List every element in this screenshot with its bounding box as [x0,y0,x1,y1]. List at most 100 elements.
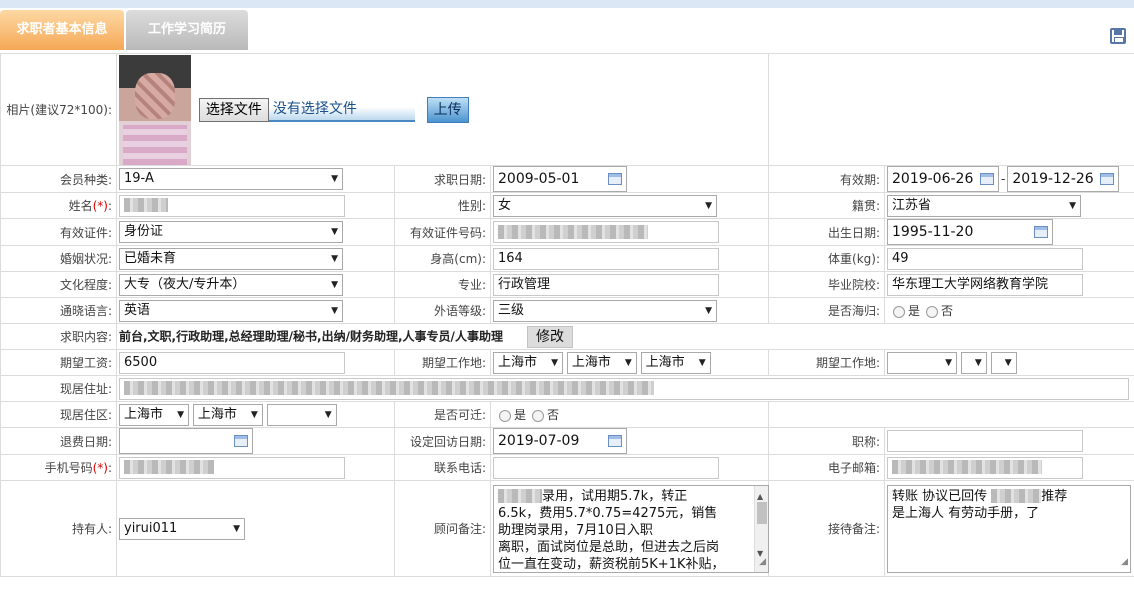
calendar-icon[interactable] [1100,173,1115,185]
holder-label: 持有人: [0,480,117,577]
area-district-select[interactable]: ▼ [266,403,337,426]
reception-note-textarea[interactable]: 转账 协议已回传 推荐 是上海人 有劳动手册，了 ◢ [887,484,1131,573]
birth-date-label: 出生日期: [768,218,885,246]
chevron-down-icon: ▼ [324,409,332,420]
tab-basic-info[interactable]: 求职者基本信息 [0,10,124,50]
work-place2-district-select[interactable]: ▼ [990,351,1017,374]
photo-thumbnail [119,54,191,165]
salary-label: 期望工资: [0,349,117,376]
revisit-date-input[interactable]: 2019-07-09 [493,428,627,454]
photo-label: 相片(建议72*100): [0,53,117,166]
upload-button[interactable]: 上传 [426,96,469,123]
calendar-icon[interactable] [608,435,622,447]
chevron-down-icon: ▼ [705,305,712,316]
calendar-icon[interactable] [980,173,994,185]
chevron-down-icon: ▼ [624,357,632,368]
area-province-select[interactable]: 上海市 ▼ [119,403,189,426]
id-type-label: 有效证件: [0,218,117,246]
chevron-down-icon: ▼ [331,279,338,290]
work-place2-label: 期望工作地: [768,349,885,376]
job-content-value: 前台,文职,行政助理,总经理助理/秘书,出纳/财务助理,人事专员/人事助理 [119,329,503,343]
apply-date-input[interactable]: 2009-05-01 [493,166,627,192]
title-label: 职称: [768,427,885,455]
foreign-level-select[interactable]: 三级 ▼ [493,299,717,322]
contact-phone-input[interactable] [493,456,719,479]
gender-select[interactable]: 女 ▼ [493,194,717,217]
work-place-label: 期望工作地: [394,349,491,376]
height-input[interactable]: 164 [493,247,719,270]
native-place-select[interactable]: 江苏省 ▼ [887,194,1081,217]
area-city-select[interactable]: 上海市 ▼ [192,403,263,426]
calendar-icon[interactable] [608,173,622,185]
marital-label: 婚姻状况: [0,245,117,272]
choose-file-button[interactable]: 选择文件 [198,97,269,122]
work-city-select[interactable]: 上海市 ▼ [566,351,637,374]
chevron-down-icon: ▼ [551,357,558,368]
education-label: 文化程度: [0,271,117,298]
resize-handle-icon[interactable]: ◢ [759,554,766,571]
chevron-down-icon: ▼ [233,523,240,534]
member-type-label: 会员种类: [0,165,117,193]
current-area-label: 现居住区: [0,401,117,428]
education-select[interactable]: 大专（夜大/专升本） ▼ [119,273,343,296]
edit-job-content-button[interactable]: 修改 [526,325,573,348]
valid-to-input[interactable]: 2019-12-26 [1007,166,1120,192]
relocate-yes-radio[interactable] [499,409,511,422]
save-icon[interactable] [1110,28,1126,44]
school-label: 毕业院校: [768,271,885,298]
major-label: 专业: [394,271,491,298]
marital-select[interactable]: 已婚未育 ▼ [119,247,343,270]
member-type-select[interactable]: 19-A ▼ [119,168,343,190]
chevron-down-icon: ▼ [331,305,338,316]
work-place2-city-select[interactable]: ▼ [960,351,987,374]
weight-label: 体重(kg): [768,245,885,272]
contact-phone-label: 联系电话: [394,454,491,481]
file-status: 没有选择文件 [268,97,415,122]
overseas-yes-radio[interactable] [893,305,905,318]
chevron-down-icon: ▼ [331,174,338,184]
overseas-no-radio[interactable] [926,305,939,318]
name-input[interactable] [119,194,345,217]
chevron-down-icon: ▼ [1069,200,1076,211]
chevron-down-icon: ▼ [250,409,258,420]
name-label: 姓名(*): [0,192,117,219]
refund-date-label: 退费日期: [0,427,117,455]
email-input[interactable] [887,456,1083,479]
work-place2-province-select[interactable]: ▼ [887,351,957,374]
valid-period-label: 有效期: [768,165,885,193]
id-number-input[interactable] [493,221,719,243]
work-province-select[interactable]: 上海市 ▼ [493,351,563,374]
refund-date-input[interactable] [119,428,253,454]
salary-input[interactable]: 6500 [119,351,345,374]
address-label: 现居住址: [0,375,117,402]
advisor-note-label: 顾问备注: [394,480,491,577]
language-select[interactable]: 英语 ▼ [119,299,343,322]
major-input[interactable]: 行政管理 [493,273,719,296]
resize-handle-icon[interactable]: ◢ [1121,554,1128,571]
id-type-select[interactable]: 身份证 ▼ [119,221,343,243]
chevron-down-icon: ▼ [331,253,338,264]
overseas-label: 是否海归: [768,297,885,324]
chevron-down-icon: ▼ [331,227,338,237]
calendar-icon[interactable] [1034,226,1048,238]
address-input[interactable] [119,377,1129,400]
chevron-down-icon: ▼ [698,357,706,368]
job-content-label: 求职内容: [0,323,117,350]
weight-input[interactable]: 49 [887,247,1083,270]
birth-date-input[interactable]: 1995-11-20 [887,219,1053,245]
tab-work-study-resume[interactable]: 工作学习简历 [126,10,248,50]
height-label: 身高(cm): [394,245,491,272]
work-district-select[interactable]: 上海市 ▼ [640,351,711,374]
advisor-note-textarea[interactable]: 录用，试用期5.7k，转正 6.5k，费用5.7*0.75=4275元，销售 助… [493,484,769,573]
chevron-down-icon: ▼ [945,357,952,368]
title-input[interactable] [887,430,1083,452]
holder-select[interactable]: yirui011 ▼ [119,517,245,540]
id-number-label: 有效证件号码: [394,218,491,246]
school-input[interactable]: 华东理工大学网络教育学院 [887,273,1083,296]
relocate-no-radio[interactable] [532,409,545,422]
top-bar [0,0,1134,8]
mobile-input[interactable] [119,456,345,479]
valid-from-input[interactable]: 2019-06-26 [887,166,999,192]
reception-note-label: 接待备注: [768,480,885,577]
calendar-icon[interactable] [234,435,248,447]
